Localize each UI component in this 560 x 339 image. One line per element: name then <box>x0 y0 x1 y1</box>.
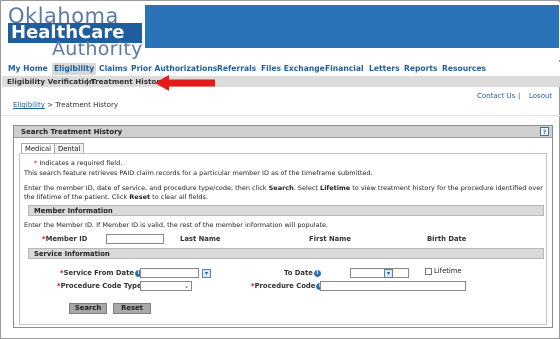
birth-date-label: Birth Date <box>427 235 467 243</box>
nav-my-home[interactable]: My Home <box>8 63 48 75</box>
panel-title: Search Treatment History <box>14 126 552 138</box>
site-header: Oklahoma HealthCare Authority <box>2 2 560 60</box>
search-treatment-history-panel: Search Treatment History ? Medical Denta… <box>13 125 553 328</box>
nav-resources[interactable]: Resources <box>442 63 486 75</box>
calendar-icon[interactable]: ▾ <box>384 269 393 278</box>
chevron-down-icon: ⌄ <box>183 283 189 290</box>
header-banner <box>145 5 559 48</box>
tab-content: * Indicates a required field. This searc… <box>19 153 547 325</box>
service-from-date-input[interactable] <box>140 268 199 278</box>
logout-link[interactable]: Losout <box>529 92 552 100</box>
reset-button[interactable]: Reset <box>113 303 151 314</box>
help-icon[interactable]: ? <box>540 127 549 136</box>
sub-nav: Eligibility Verification | Treatment His… <box>2 76 560 87</box>
service-from-date-label: *Service From Date i <box>60 268 142 278</box>
nav-claims[interactable]: Claims <box>99 63 127 75</box>
member-information-header: Member Information <box>28 205 544 216</box>
nav-reports[interactable]: Reports <box>404 63 438 75</box>
top-links-separator: | <box>518 92 521 100</box>
subnav-eligibility-verification[interactable]: Eligibility Verification <box>7 76 94 87</box>
procedure-code-type-select[interactable]: ⌄ <box>140 281 192 291</box>
nav-files-exchange[interactable]: Files Exchange <box>261 63 325 75</box>
intro-line-3: the lifetime of the patient. Click Reset… <box>24 193 208 201</box>
logo-authority: Authority <box>52 38 143 60</box>
service-information-header: Service Information <box>28 248 544 259</box>
breadcrumb: Eligibility > Treatment History <box>13 101 118 109</box>
first-name-label: First Name <box>309 235 351 243</box>
red-arrow-icon <box>155 75 215 91</box>
lifetime-checkbox[interactable] <box>425 268 432 275</box>
main-nav: My Home Eligibility Claims Prior Authori… <box>2 62 560 76</box>
breadcrumb-current: Treatment History <box>55 101 118 109</box>
nav-financial[interactable]: Financial <box>325 63 364 75</box>
procedure-code-input[interactable] <box>320 281 466 291</box>
calendar-icon[interactable]: ▾ <box>202 269 211 278</box>
to-date-label: To Date i <box>284 268 321 278</box>
contact-us-link[interactable]: Contact Us <box>477 92 515 100</box>
intro-line-1: This search feature retrieves PAID claim… <box>24 169 373 177</box>
required-note: * Indicates a required field. <box>34 159 123 167</box>
to-date-input[interactable] <box>350 268 409 278</box>
member-id-label: *Member ID <box>42 235 88 243</box>
subnav-separator: | <box>86 77 89 86</box>
breadcrumb-eligibility[interactable]: Eligibility <box>13 101 45 109</box>
intro-line-2: Enter the member ID, date of service, an… <box>24 184 543 192</box>
info-icon: i <box>313 269 321 277</box>
nav-referrals[interactable]: Referrals <box>217 63 256 75</box>
nav-letters[interactable]: Letters <box>369 63 400 75</box>
lifetime-label: Lifetime <box>434 267 462 275</box>
divider <box>2 115 560 116</box>
member-id-input[interactable] <box>106 234 164 244</box>
subnav-treatment-history[interactable]: Treatment History <box>91 76 165 87</box>
procedure-code-type-label: *Procedure Code Type <box>57 282 142 290</box>
nav-eligibility[interactable]: Eligibility <box>52 63 97 75</box>
page-frame: Oklahoma HealthCare Authority My Home El… <box>0 0 560 339</box>
last-name-label: Last Name <box>180 235 221 243</box>
member-info-note: Enter the Member ID. If Member ID is val… <box>24 221 329 229</box>
breadcrumb-separator: > <box>47 101 53 109</box>
procedure-code-label: *Procedure Codei <box>251 281 324 291</box>
nav-prior-authorizations[interactable]: Prior Authorizations <box>131 63 217 75</box>
search-button[interactable]: Search <box>69 303 107 314</box>
